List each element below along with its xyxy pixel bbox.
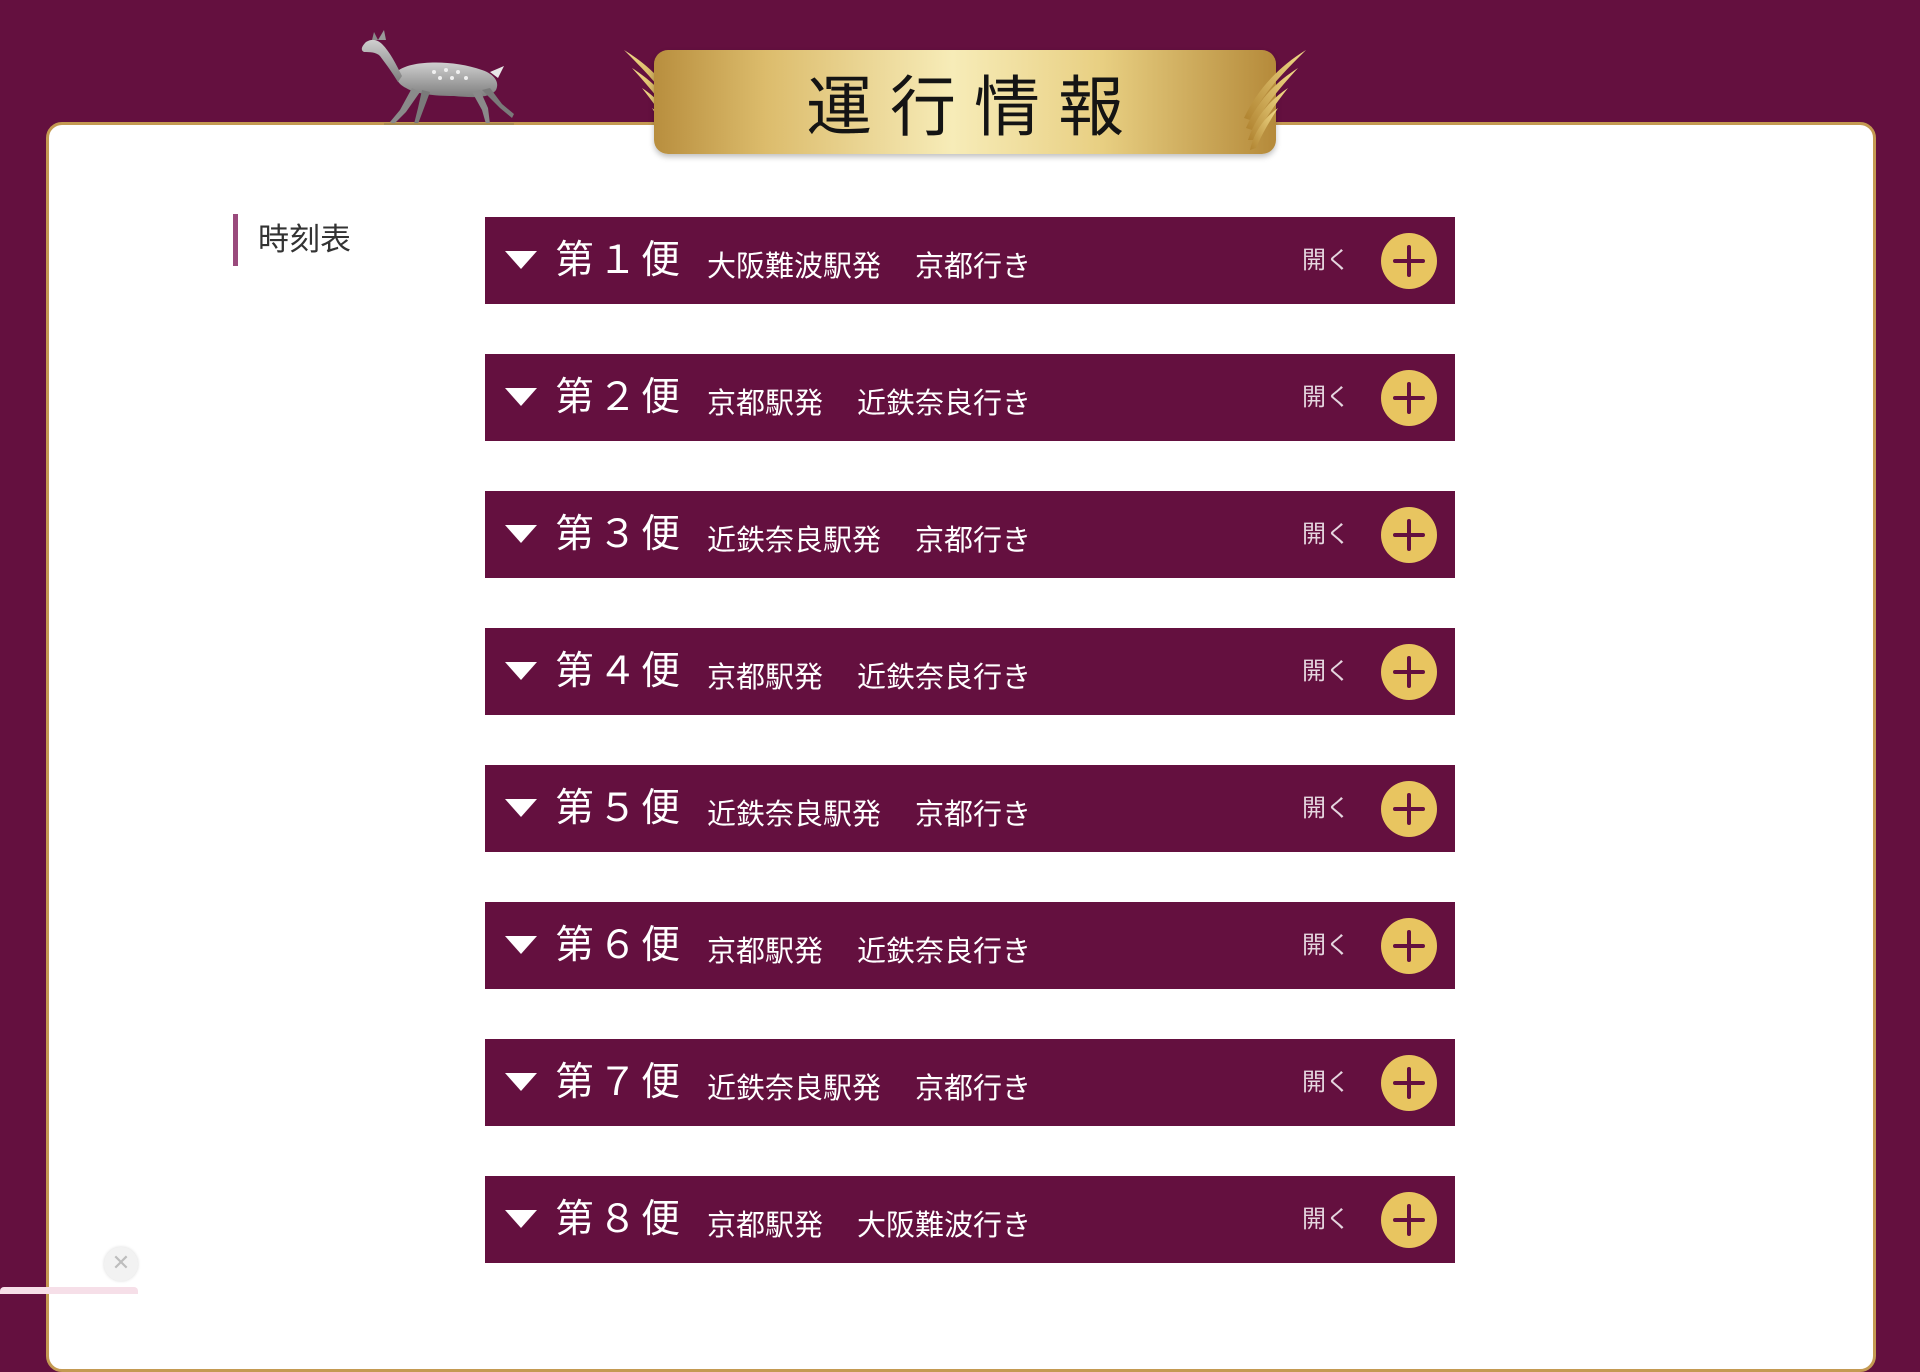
close-icon[interactable]: ✕ <box>104 1247 138 1281</box>
open-label[interactable]: 開く <box>1302 1039 1350 1126</box>
sidebar-item-label: 時刻表 <box>258 222 351 258</box>
trip-origin: 京都駅発 <box>707 1208 824 1242</box>
trip-route: 京都駅発 近鉄奈良行き <box>707 908 1031 995</box>
wing-right-icon <box>1244 50 1306 150</box>
trip-number: 第７便 <box>555 1060 685 1105</box>
trip-number: 第６便 <box>555 923 685 968</box>
trip-origin: 近鉄奈良駅発 <box>707 1071 882 1105</box>
open-label[interactable]: 開く <box>1302 628 1350 715</box>
plus-icon[interactable] <box>1381 644 1437 700</box>
trip-route: 近鉄奈良駅発 京都行き <box>707 497 1031 584</box>
trip-origin: 京都駅発 <box>707 386 824 420</box>
trip-row-6[interactable]: 第６便 京都駅発 近鉄奈良行き 開く <box>485 902 1455 989</box>
triangle-down-icon <box>505 799 537 817</box>
trip-destination: 近鉄奈良行き <box>857 386 1032 420</box>
trip-list: 第１便 大阪難波駅発 京都行き 開く 第２便 京都駅発 近鉄奈良行き 開く 第３便 … <box>485 217 1455 1313</box>
triangle-down-icon <box>505 662 537 680</box>
trip-row-2[interactable]: 第２便 京都駅発 近鉄奈良行き 開く <box>485 354 1455 441</box>
plus-icon[interactable] <box>1381 507 1437 563</box>
trip-route: 京都駅発 大阪難波行き <box>707 1182 1031 1269</box>
trip-route: 京都駅発 近鉄奈良行き <box>707 360 1031 447</box>
triangle-down-icon <box>505 251 537 269</box>
trip-destination: 近鉄奈良行き <box>857 660 1032 694</box>
page-title: 運行情報 <box>806 69 1142 146</box>
trip-destination: 京都行き <box>915 797 1032 831</box>
plus-icon[interactable] <box>1381 918 1437 974</box>
trip-destination: 京都行き <box>915 249 1032 283</box>
trip-number: 第３便 <box>555 512 685 557</box>
triangle-down-icon <box>505 936 537 954</box>
triangle-down-icon <box>505 1073 537 1091</box>
open-label[interactable]: 開く <box>1302 902 1350 989</box>
trip-number: 第５便 <box>555 786 685 831</box>
bottom-tab[interactable] <box>0 1287 138 1294</box>
trip-destination: 京都行き <box>915 1071 1032 1105</box>
trip-row-4[interactable]: 第４便 京都駅発 近鉄奈良行き 開く <box>485 628 1455 715</box>
trip-destination: 京都行き <box>915 523 1032 557</box>
trip-origin: 京都駅発 <box>707 660 824 694</box>
open-label[interactable]: 開く <box>1302 217 1350 304</box>
trip-destination: 大阪難波行き <box>857 1208 1032 1242</box>
trip-route: 京都駅発 近鉄奈良行き <box>707 634 1031 721</box>
trip-number: 第２便 <box>555 375 685 420</box>
trip-number: 第８便 <box>555 1197 685 1242</box>
plus-icon[interactable] <box>1381 1192 1437 1248</box>
deer-icon <box>361 30 514 125</box>
title-plate: 運行情報 <box>654 50 1276 154</box>
trip-row-8[interactable]: 第８便 京都駅発 大阪難波行き 開く <box>485 1176 1455 1263</box>
trip-origin: 近鉄奈良駅発 <box>707 797 882 831</box>
open-label[interactable]: 開く <box>1302 1176 1350 1263</box>
plus-icon[interactable] <box>1381 1055 1437 1111</box>
trip-route: 大阪難波駅発 京都行き <box>707 223 1031 310</box>
trip-route: 近鉄奈良駅発 京都行き <box>707 1045 1031 1132</box>
trip-row-5[interactable]: 第５便 近鉄奈良駅発 京都行き 開く <box>485 765 1455 852</box>
triangle-down-icon <box>505 525 537 543</box>
trip-destination: 近鉄奈良行き <box>857 934 1032 968</box>
trip-row-3[interactable]: 第３便 近鉄奈良駅発 京都行き 開く <box>485 491 1455 578</box>
plus-icon[interactable] <box>1381 781 1437 837</box>
triangle-down-icon <box>505 1210 537 1228</box>
sidebar-item-timetable[interactable]: 時刻表 <box>233 214 351 266</box>
open-label[interactable]: 開く <box>1302 491 1350 578</box>
trip-origin: 大阪難波駅発 <box>707 249 882 283</box>
trip-origin: 京都駅発 <box>707 934 824 968</box>
trip-number: 第１便 <box>555 238 685 283</box>
title-banner: 運行情報 <box>620 48 1310 158</box>
trip-row-1[interactable]: 第１便 大阪難波駅発 京都行き 開く <box>485 217 1455 304</box>
plus-icon[interactable] <box>1381 370 1437 426</box>
triangle-down-icon <box>505 388 537 406</box>
trip-route: 近鉄奈良駅発 京都行き <box>707 771 1031 858</box>
trip-number: 第４便 <box>555 649 685 694</box>
plus-icon[interactable] <box>1381 233 1437 289</box>
trip-origin: 近鉄奈良駅発 <box>707 523 882 557</box>
open-label[interactable]: 開く <box>1302 765 1350 852</box>
trip-row-7[interactable]: 第７便 近鉄奈良駅発 京都行き 開く <box>485 1039 1455 1126</box>
open-label[interactable]: 開く <box>1302 354 1350 441</box>
